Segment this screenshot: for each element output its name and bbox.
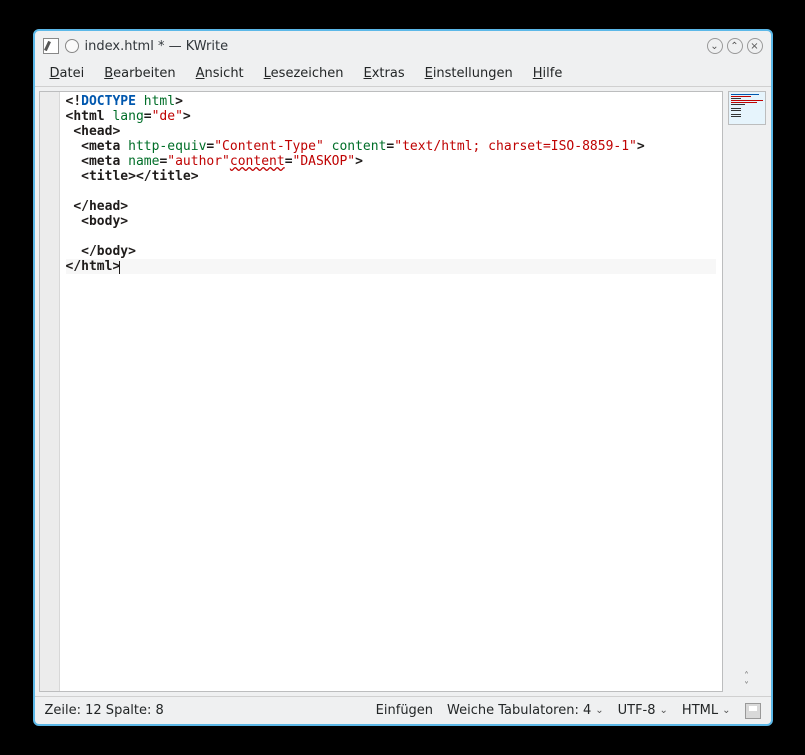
code-line: <body> bbox=[66, 214, 716, 229]
code-editor[interactable]: <!DOCTYPE html><html lang="de"> <head> <… bbox=[60, 92, 722, 691]
titlebar[interactable]: index.html * — KWrite ⌄ ⌃ × bbox=[35, 31, 771, 61]
code-line bbox=[66, 229, 716, 244]
menu-datei[interactable]: Datei bbox=[41, 63, 94, 84]
menu-hilfe[interactable]: Hilfe bbox=[524, 63, 572, 84]
code-line: <html lang="de"> bbox=[66, 109, 716, 124]
right-column: ˄ ˅ bbox=[727, 91, 767, 692]
menu-ansicht[interactable]: Ansicht bbox=[187, 63, 253, 84]
save-icon[interactable] bbox=[745, 703, 761, 719]
code-line: <title></title> bbox=[66, 169, 716, 184]
menu-bearbeiten[interactable]: Bearbeiten bbox=[95, 63, 184, 84]
minimize-button[interactable]: ⌄ bbox=[707, 38, 723, 54]
editor-area: <!DOCTYPE html><html lang="de"> <head> <… bbox=[35, 87, 771, 696]
syntax-selector[interactable]: HTML ⌄ bbox=[682, 703, 731, 718]
code-line: </body> bbox=[66, 244, 716, 259]
menu-extras[interactable]: Extras bbox=[355, 63, 414, 84]
menu-lesezeichen[interactable]: Lesezeichen bbox=[255, 63, 353, 84]
chevron-down-icon: ⌄ bbox=[722, 705, 730, 716]
chevron-down-icon: ⌄ bbox=[660, 705, 668, 716]
code-line bbox=[66, 184, 716, 199]
kwrite-app-icon bbox=[43, 38, 59, 54]
app-window: index.html * — KWrite ⌄ ⌃ × DateiBearbei… bbox=[33, 29, 773, 726]
chevron-down-icon: ⌄ bbox=[595, 705, 603, 716]
document-icon bbox=[65, 39, 79, 53]
code-line: <meta name="author"content="DASKOP"> bbox=[66, 154, 716, 169]
close-button[interactable]: × bbox=[747, 38, 763, 54]
encoding-selector[interactable]: UTF-8 ⌄ bbox=[618, 703, 668, 718]
menubar: DateiBearbeitenAnsichtLesezeichenExtrasE… bbox=[35, 61, 771, 87]
minimap[interactable] bbox=[728, 91, 766, 125]
window-title: index.html * — KWrite bbox=[85, 39, 703, 54]
scroll-down-icon[interactable]: ˅ bbox=[744, 682, 749, 692]
code-line: <!DOCTYPE html> bbox=[66, 94, 716, 109]
editor-frame: <!DOCTYPE html><html lang="de"> <head> <… bbox=[39, 91, 723, 692]
insert-mode[interactable]: Einfügen bbox=[376, 703, 433, 718]
code-line: </head> bbox=[66, 199, 716, 214]
statusbar: Zeile: 12 Spalte: 8 Einfügen Weiche Tabu… bbox=[35, 696, 771, 724]
code-line: <meta http-equiv="Content-Type" content=… bbox=[66, 139, 716, 154]
cursor-position[interactable]: Zeile: 12 Spalte: 8 bbox=[45, 703, 164, 718]
maximize-button[interactable]: ⌃ bbox=[727, 38, 743, 54]
fold-gutter[interactable] bbox=[40, 92, 60, 691]
code-line: </html> bbox=[66, 259, 716, 274]
tab-settings[interactable]: Weiche Tabulatoren: 4 ⌄ bbox=[447, 703, 604, 718]
code-line: <head> bbox=[66, 124, 716, 139]
menu-einstellungen[interactable]: Einstellungen bbox=[416, 63, 522, 84]
